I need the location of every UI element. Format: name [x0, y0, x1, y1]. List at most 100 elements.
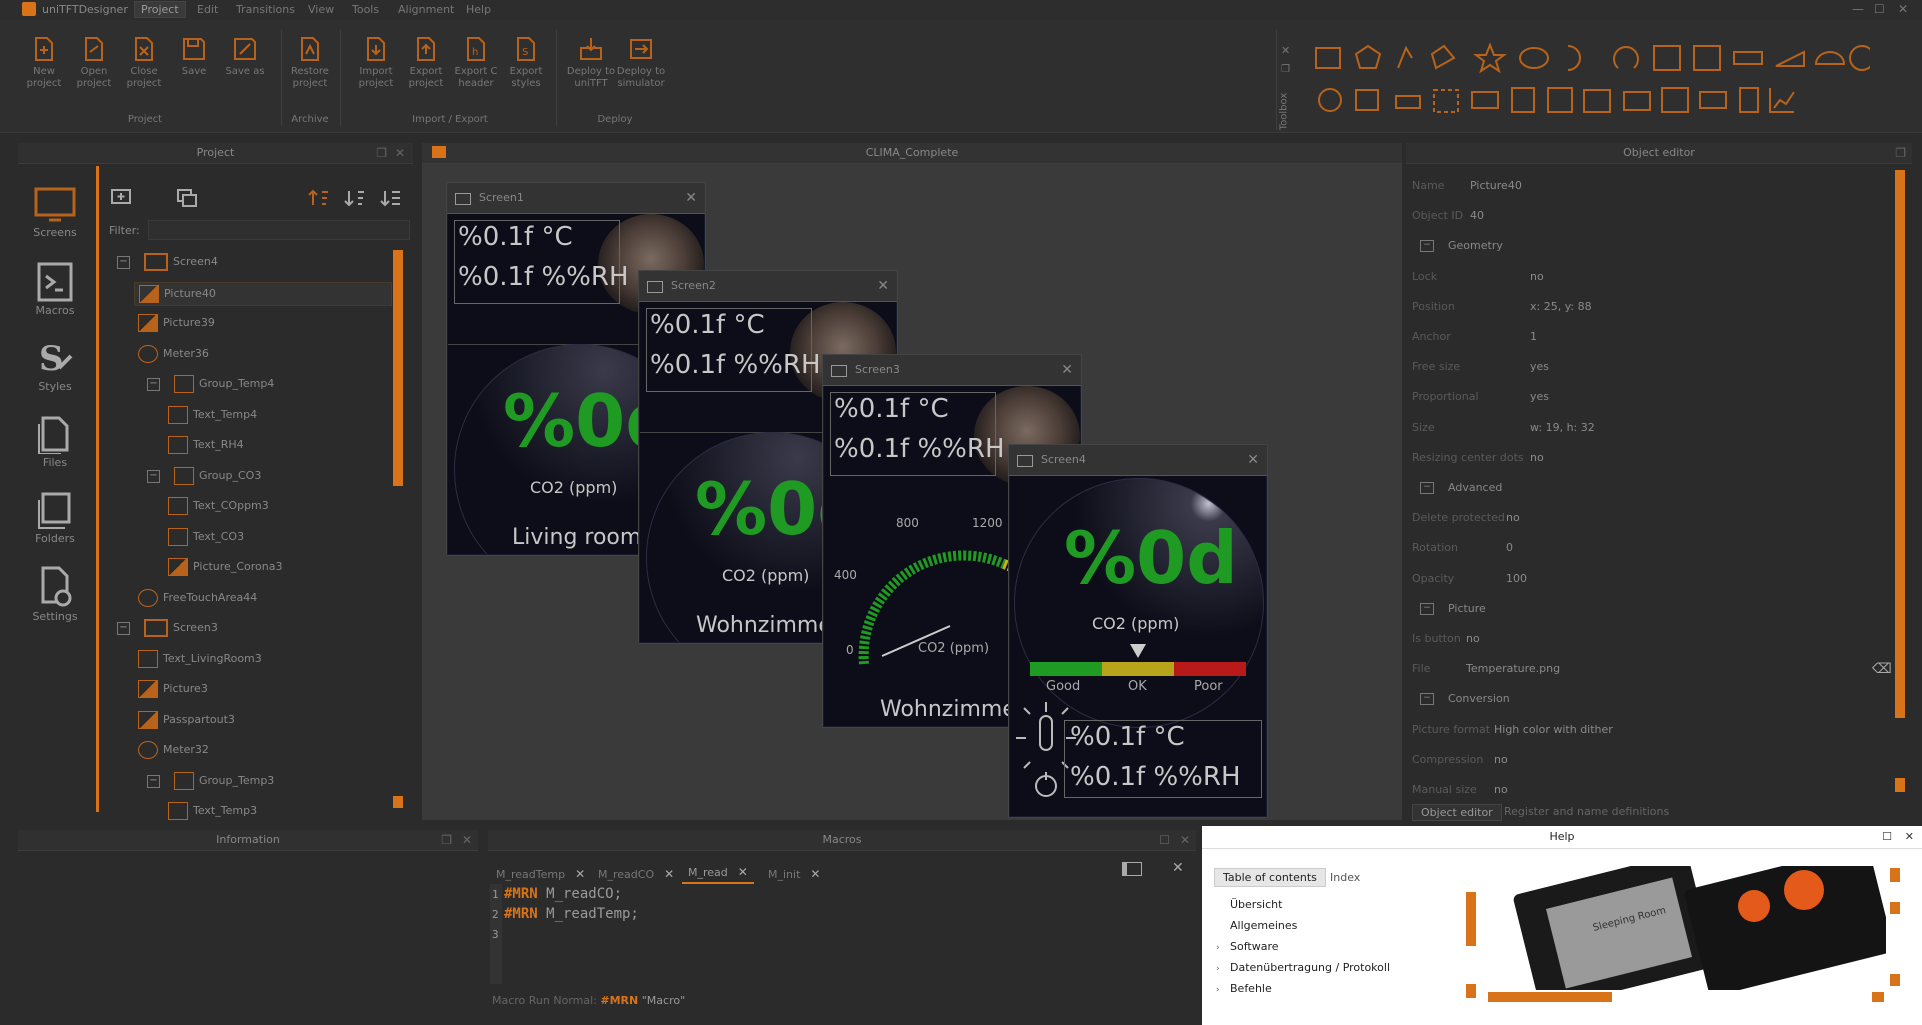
property-row[interactable]: Is button no [1412, 629, 1480, 649]
collapse-icon[interactable]: − [1420, 482, 1434, 494]
nav-macros[interactable]: Macros [20, 262, 90, 317]
property-row[interactable]: Free size yes [1412, 357, 1549, 377]
split-view-icon[interactable] [1122, 862, 1142, 876]
close-icon[interactable]: ✕ [462, 830, 472, 850]
expand-arrow-icon[interactable]: › [1216, 943, 1230, 953]
property-value[interactable]: High color with dither [1494, 720, 1613, 740]
help-image-scroll-arrow[interactable] [1872, 992, 1884, 1002]
help-toc-scrollbar[interactable] [1466, 892, 1476, 946]
screen-window-4[interactable]: Screen4 ✕ %0d CO2 (ppm) Good OK Poor %0.… [1008, 444, 1268, 818]
object-editor-tab-register[interactable]: Register and name definitions [1504, 805, 1669, 818]
nav-folders[interactable]: Folders [20, 490, 90, 545]
tree-item[interactable]: Group_CO3 [174, 465, 261, 487]
tree-scrollbar[interactable] [393, 250, 403, 486]
property-value[interactable]: no [1494, 750, 1508, 770]
property-row[interactable]: Resizing center dots no [1412, 448, 1544, 468]
property-value[interactable]: no [1494, 780, 1508, 800]
tree-scrollbar-arrow[interactable] [393, 796, 403, 808]
collapse-icon[interactable]: − [1420, 240, 1434, 253]
clear-file-icon[interactable]: ⌫ [1872, 661, 1892, 677]
property-value[interactable]: no [1530, 448, 1544, 468]
nav-styles[interactable]: S Styles [20, 338, 90, 393]
collapse-icon[interactable]: − [1420, 602, 1434, 615]
macro-tab-init[interactable]: M_init ✕ [768, 867, 820, 881]
tree-item[interactable]: FreeTouchArea44 [138, 587, 257, 609]
tree-item[interactable]: Meter36 [138, 343, 209, 365]
import-project-button[interactable]: Import project [352, 36, 400, 90]
property-value[interactable]: no [1530, 267, 1544, 287]
tree-item[interactable]: Text_RH4 [168, 434, 244, 456]
help-toc-item[interactable]: › Datenübertragung / Protokoll [1216, 961, 1456, 974]
canvas-home-icon[interactable] [432, 146, 446, 158]
close-icon[interactable]: ✕ [575, 867, 585, 881]
property-value[interactable]: x: 25, y: 88 [1530, 297, 1592, 317]
tree-expander[interactable]: − [147, 774, 160, 788]
property-value[interactable]: 1 [1530, 327, 1537, 347]
help-image-scrollbar-v2[interactable] [1890, 902, 1900, 914]
property-row[interactable]: Anchor 1 [1412, 327, 1537, 347]
tree-expander[interactable]: − [117, 256, 130, 269]
export-styles-button[interactable]: S Export styles [502, 36, 550, 90]
menu-help[interactable]: Help [466, 3, 491, 16]
float-icon[interactable]: ❐ [441, 830, 452, 850]
property-row[interactable]: Rotation 0 [1412, 538, 1513, 558]
deploy-simulator-button[interactable]: Deploy to simulator [616, 36, 666, 90]
property-value[interactable]: w: 19, h: 32 [1530, 418, 1595, 438]
object-editor-tab-active[interactable]: Object editor [1412, 804, 1502, 821]
open-project-button[interactable]: Open project [70, 36, 118, 90]
filter-input[interactable] [148, 220, 410, 240]
screen-window-header[interactable]: Screen1 ✕ [447, 183, 705, 214]
tree-item[interactable]: Picture39 [138, 312, 215, 334]
property-value[interactable]: Picture40 [1470, 176, 1522, 196]
code-line[interactable]: #MRN M_readTemp; [504, 906, 639, 922]
close-icon[interactable]: ✕ [395, 143, 405, 163]
object-editor-scrollbar[interactable] [1895, 170, 1905, 718]
property-row[interactable]: Picture format High color with dither [1412, 720, 1613, 740]
menu-transitions[interactable]: Transitions [236, 3, 295, 16]
macro-tab-readtemp[interactable]: M_readTemp ✕ [496, 867, 585, 881]
sort-layers-icon[interactable] [380, 188, 402, 208]
duplicate-screen-icon[interactable] [176, 188, 198, 208]
screen-window-header[interactable]: Screen2 ✕ [639, 271, 897, 302]
maximize-icon[interactable]: ☐ [1874, 2, 1885, 16]
menu-view[interactable]: View [308, 3, 334, 16]
code-line[interactable]: #MRN M_readCO; [504, 886, 622, 902]
property-value[interactable]: 100 [1506, 569, 1527, 589]
help-tab-index[interactable]: Index [1330, 871, 1360, 884]
close-icon[interactable]: ✕ [1898, 2, 1908, 16]
property-row[interactable]: Name Picture40 [1412, 176, 1522, 196]
close-icon[interactable]: ✕ [877, 271, 889, 301]
close-icon[interactable]: ✕ [1905, 826, 1914, 848]
help-toc-item[interactable]: Allgemeines [1216, 919, 1456, 932]
collapse-icon[interactable]: − [1420, 693, 1434, 706]
property-row[interactable]: Proportional yes [1412, 387, 1549, 407]
maximize-icon[interactable]: ☐ [1882, 826, 1892, 848]
float-icon[interactable]: ❐ [1895, 143, 1906, 163]
expand-arrow-icon[interactable]: › [1216, 964, 1230, 974]
close-project-button[interactable]: Close project [120, 36, 168, 90]
property-section[interactable]: − Conversion [1420, 689, 1510, 709]
help-tab-contents[interactable]: Table of contents [1214, 868, 1326, 887]
property-row[interactable]: Lock no [1412, 267, 1544, 287]
help-toc-item[interactable]: › Software [1216, 940, 1456, 953]
menu-edit[interactable]: Edit [197, 3, 218, 16]
close-icon[interactable]: ✕ [1180, 830, 1190, 850]
property-row[interactable]: Manual size no [1412, 780, 1508, 800]
float-icon[interactable]: ❐ [376, 143, 387, 163]
tree-item[interactable]: Screen3 [144, 617, 218, 639]
property-row[interactable]: Object ID 40 [1412, 206, 1484, 226]
property-value[interactable]: 40 [1470, 206, 1484, 226]
help-toc-item[interactable]: › Befehle [1216, 982, 1456, 995]
minimize-icon[interactable]: — [1852, 2, 1864, 16]
macro-tab-read[interactable]: M_read ✕ [682, 862, 754, 884]
close-icon[interactable]: ✕ [685, 183, 697, 213]
toolbox-handle[interactable]: ✕ ❐ Toolbox [1276, 30, 1297, 130]
restore-project-button[interactable]: Restore project [286, 36, 334, 90]
property-section[interactable]: − Picture [1420, 599, 1486, 619]
save-button[interactable]: Save [170, 36, 218, 78]
property-row[interactable]: Compression no [1412, 750, 1508, 770]
tree-expander[interactable]: − [147, 378, 160, 391]
add-screen-icon[interactable] [110, 188, 132, 208]
property-section[interactable]: − Advanced [1420, 478, 1502, 498]
tree-item[interactable]: Group_Temp4 [174, 373, 274, 395]
